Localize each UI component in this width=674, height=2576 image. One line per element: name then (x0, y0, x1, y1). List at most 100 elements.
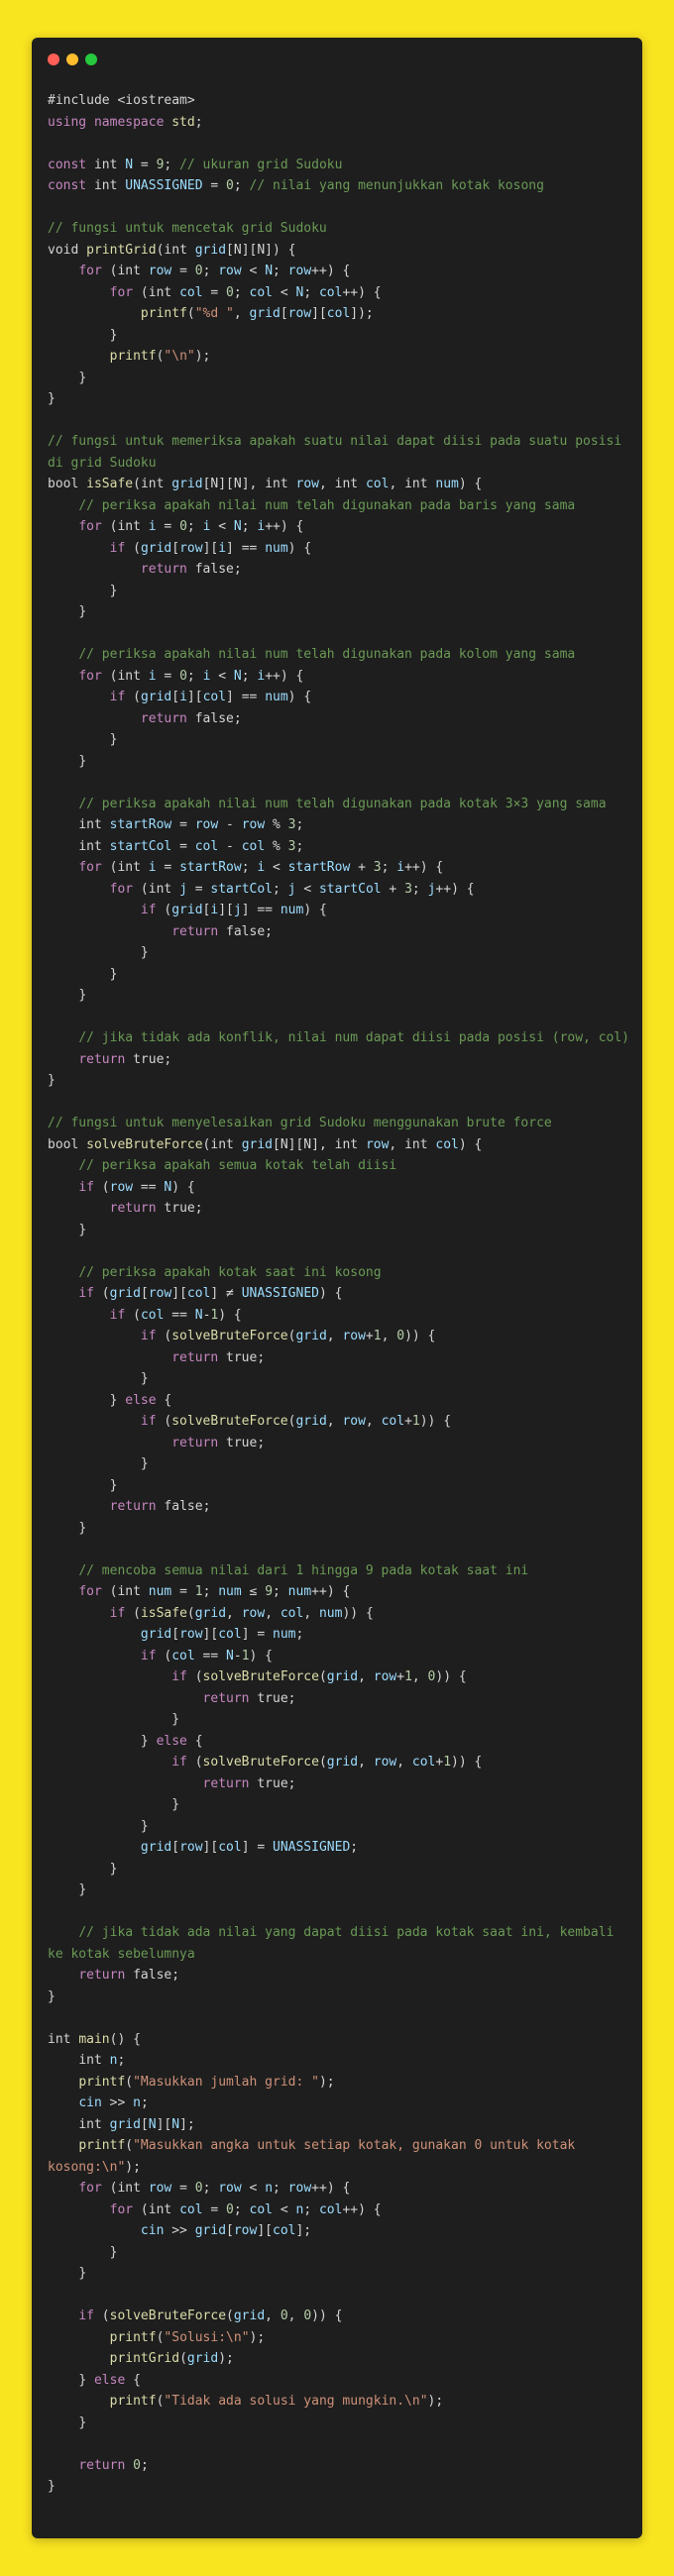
code-line: } (48, 1879, 634, 1901)
code-token: < (273, 284, 296, 300)
code-token: row (241, 1605, 266, 1621)
code-token: num (265, 690, 288, 704)
code-token: grid (295, 1414, 327, 1429)
code-token: , (358, 1755, 374, 1770)
code-token: ; (164, 157, 180, 172)
code-token: #include <iostream> (48, 93, 195, 108)
code-token: 1 (194, 1584, 203, 1599)
code-line: } (48, 1453, 634, 1475)
code-token: [ (280, 306, 288, 321)
code-token: startCol (318, 881, 382, 897)
code-token: int (117, 2181, 149, 2196)
code-token: return (171, 1349, 227, 1365)
code-line: printGrid(grid); (48, 2348, 634, 2370)
code-token: 1 (373, 1329, 382, 1343)
code-token: } (48, 1733, 157, 1749)
code-token: return (78, 1968, 134, 1983)
code-line: } (48, 2242, 634, 2264)
code-token: ] (241, 903, 250, 917)
code-token: col (140, 1307, 165, 1323)
code-token: } (48, 945, 149, 960)
code-line: #include <iostream> (48, 90, 634, 112)
code-line: } (48, 2476, 634, 2498)
code-token: ; (241, 668, 258, 684)
code-token: ( (101, 860, 118, 875)
code-token: row (148, 264, 172, 278)
code-token: N (233, 668, 242, 684)
code-token: col (218, 1840, 242, 1855)
code-line: int grid[N][N]; (48, 2114, 634, 2136)
code-token: ]; (179, 2116, 195, 2132)
code-token: ( (125, 690, 141, 704)
code-token: ) { (326, 2181, 351, 2196)
code-token: } (48, 753, 87, 769)
code-token: ][ (186, 690, 203, 704)
code-token: + (404, 1414, 412, 1429)
code-token: ++ (404, 860, 420, 875)
code-token: i (148, 860, 157, 875)
code-token: int (93, 157, 126, 172)
code-token: 1 (241, 1648, 250, 1664)
code-block: #include <iostream> using namespace std; c… (48, 90, 634, 2498)
code-token: ; (140, 2457, 149, 2473)
code-line: return false; (48, 559, 634, 581)
code-line: } (48, 1070, 634, 1092)
code-token: , (226, 1605, 242, 1621)
code-token: >> (101, 2095, 134, 2110)
code-token: ; (381, 860, 397, 875)
code-line: } (48, 368, 634, 389)
code-token: N (148, 2116, 157, 2132)
code-token: , (389, 1136, 405, 1152)
code-token: int (93, 178, 126, 193)
code-token: num (273, 1627, 296, 1642)
code-token: // periksa apakah semua kotak telah diis… (78, 1158, 397, 1173)
code-token: solveBruteForce (171, 1414, 288, 1429)
code-token: ( (156, 903, 172, 917)
code-line: for (int col = 0; col < n; col++) { (48, 2200, 634, 2221)
code-line: } (48, 1986, 634, 2008)
code-token: solveBruteForce (202, 1755, 319, 1770)
code-token: 0 (280, 2308, 288, 2323)
code-token: bool (48, 1136, 87, 1152)
minimize-dot-icon[interactable] (66, 54, 78, 65)
code-token: ][ (218, 903, 234, 917)
code-line: printf("Masukkan jumlah grid: "); (48, 2072, 634, 2093)
code-token: , (381, 1329, 397, 1343)
code-token: [ (171, 1627, 180, 1642)
code-token: = (202, 2201, 227, 2217)
code-token: const (48, 178, 94, 193)
code-token: ( (133, 2201, 149, 2217)
code-token: } (48, 370, 87, 385)
code-token: ( (186, 1755, 203, 1770)
code-token: num (218, 1584, 242, 1599)
code-token: col (179, 2201, 203, 2217)
code-token: int (78, 817, 110, 832)
code-token: i (396, 860, 405, 875)
code-token: col (194, 838, 219, 854)
close-dot-icon[interactable] (48, 54, 59, 65)
code-token: return (202, 1690, 258, 1706)
code-token: + (365, 1329, 374, 1343)
code-token: % (265, 817, 288, 832)
maximize-dot-icon[interactable] (85, 54, 97, 65)
code-token: ≠ (218, 1286, 242, 1301)
code-token: ; (164, 1051, 172, 1067)
code-line: if (isSafe(grid, row, col, num)) { (48, 1603, 634, 1625)
code-token: printf (109, 2394, 157, 2409)
code-token: return (171, 923, 227, 939)
code-token: else (156, 1733, 187, 1749)
code-token: , (303, 1605, 319, 1621)
code-token: int (148, 881, 180, 897)
code-line: // mencoba semua nilai dari 1 hingga 9 p… (48, 1560, 634, 1582)
